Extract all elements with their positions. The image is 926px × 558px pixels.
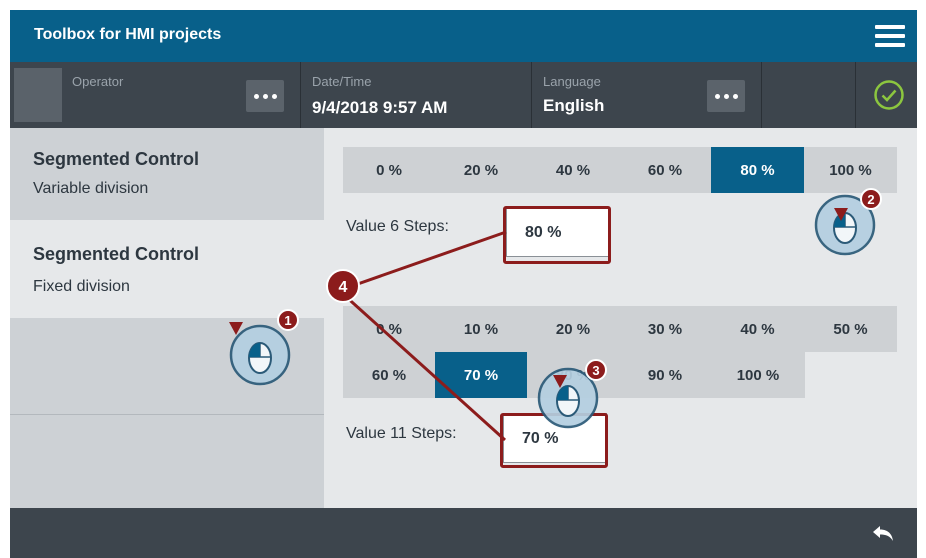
divider [300, 62, 301, 128]
status-bar: Operator Date/Time 9/4/2018 9:57 AM Lang… [10, 62, 917, 128]
segment-option[interactable]: 70 % [435, 352, 527, 398]
sidebar-item-subtitle: Fixed division [33, 278, 130, 295]
back-arrow-icon[interactable] [871, 525, 895, 543]
divider [855, 62, 856, 128]
language-more-button[interactable] [707, 80, 745, 112]
sidebar-item-title: Segmented Control [33, 149, 200, 169]
value-11-steps-field: 70 % [503, 413, 607, 463]
divider [761, 62, 762, 128]
sidebar-item-variable-division[interactable]: Segmented Control Variable division [10, 128, 324, 220]
bottom-bar [10, 508, 917, 558]
value-6-steps-label: Value 6 Steps: [346, 218, 449, 235]
segmented-control-11-steps-row-2: 60 % 70 % 80 % 90 % 100 % [343, 352, 805, 398]
segment-option[interactable]: 40 % [527, 147, 619, 193]
sidebar: Segmented Control Variable division Segm… [10, 128, 324, 508]
segment-option[interactable]: 100 % [711, 352, 805, 398]
segment-option[interactable]: 20 % [527, 306, 619, 352]
segment-option[interactable]: 0 % [343, 147, 435, 193]
segment-option[interactable]: 80 % [527, 352, 619, 398]
segment-option[interactable]: 40 % [711, 306, 804, 352]
language-value: English [543, 96, 605, 115]
user-icon [14, 68, 62, 122]
segment-option[interactable]: 90 % [619, 352, 711, 398]
datetime-label: Date/Time [312, 74, 372, 89]
sidebar-item-fixed-division[interactable]: Segmented Control Fixed division [10, 220, 324, 318]
title-bar: Toolbox for HMI projects [10, 10, 917, 62]
value-6-steps-field: 80 % [506, 207, 610, 257]
hamburger-menu-icon[interactable] [873, 23, 907, 49]
segment-option[interactable]: 10 % [435, 306, 527, 352]
segment-option[interactable]: 20 % [435, 147, 527, 193]
main-content: 0 % 20 % 40 % 60 % 80 % 100 % Value 6 Steps: … [324, 128, 917, 508]
value-11-steps-label: Value 11 Steps: [346, 425, 457, 442]
segment-option[interactable]: 0 % [343, 306, 435, 352]
language-label: Language [543, 74, 601, 89]
sidebar-item-subtitle: Variable division [33, 180, 149, 197]
segment-option[interactable]: 30 % [619, 306, 711, 352]
segment-option[interactable]: 100 % [804, 147, 897, 193]
segment-option[interactable]: 60 % [343, 352, 435, 398]
app-title: Toolbox for HMI projects [34, 26, 222, 43]
segment-option[interactable]: 50 % [804, 306, 897, 352]
segmented-control-11-steps-row-1: 0 % 10 % 20 % 30 % 40 % 50 % [343, 306, 897, 352]
segment-option[interactable]: 80 % [711, 147, 804, 193]
operator-more-button[interactable] [246, 80, 284, 112]
check-circle-icon[interactable] [873, 79, 905, 111]
segmented-control-6-steps: 0 % 20 % 40 % 60 % 80 % 100 % [343, 147, 897, 193]
segment-option[interactable]: 60 % [619, 147, 711, 193]
divider [531, 62, 532, 128]
datetime-value: 9/4/2018 9:57 AM [312, 98, 448, 117]
sidebar-item-title: Segmented Control [33, 244, 200, 264]
sidebar-divider [10, 414, 324, 415]
operator-label: Operator [72, 74, 124, 89]
